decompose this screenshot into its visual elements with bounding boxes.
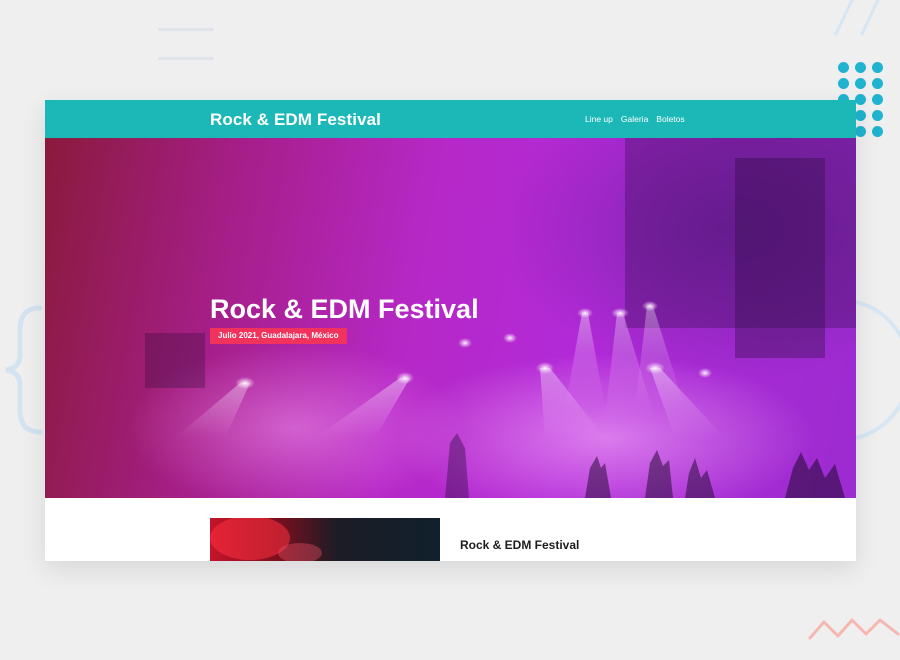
website-preview: Rock & EDM Festival Line up Galeria Bole… [45, 100, 856, 561]
zigzag-icon [808, 618, 900, 640]
slash-lines-icon [834, 0, 880, 36]
curly-brace-icon [5, 305, 43, 435]
brand-logo-text[interactable]: Rock & EDM Festival [210, 110, 381, 130]
concert-thumbnail-image [210, 518, 440, 561]
hero-title: Rock & EDM Festival [210, 294, 479, 324]
nav-link-lineup[interactable]: Line up [585, 114, 613, 124]
hamburger-lines-icon [158, 28, 214, 86]
nav-link-boletos[interactable]: Boletos [656, 114, 684, 124]
section-title: Rock & EDM Festival [460, 538, 580, 552]
hero-banner: Rock & EDM Festival Julio 2021, Guadalaj… [45, 138, 856, 498]
circle-outline-icon [855, 300, 900, 440]
event-date-badge: Julio 2021, Guadalajara, México [210, 328, 347, 344]
nav-link-galeria[interactable]: Galeria [621, 114, 648, 124]
about-section: Rock & EDM Festival [45, 498, 856, 561]
navbar: Rock & EDM Festival Line up Galeria Bole… [45, 100, 856, 138]
nav-links: Line up Galeria Boletos [585, 114, 685, 124]
